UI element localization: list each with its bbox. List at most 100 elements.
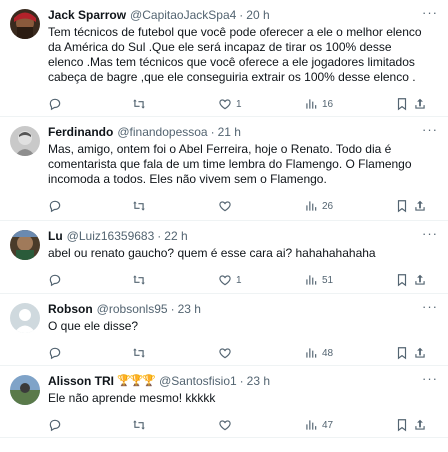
- author-handle[interactable]: @robsonls95: [97, 302, 168, 316]
- more-icon[interactable]: ···: [422, 227, 438, 240]
- like-button[interactable]: [218, 346, 304, 360]
- timestamp[interactable]: 22 h: [164, 229, 187, 243]
- share-button[interactable]: [413, 273, 429, 287]
- bookmark-button[interactable]: [395, 273, 413, 287]
- views-icon: [304, 418, 318, 432]
- avatar[interactable]: [10, 375, 40, 405]
- timestamp[interactable]: 20 h: [246, 8, 269, 22]
- more-icon[interactable]: ···: [422, 123, 438, 136]
- views-icon: [304, 199, 318, 213]
- tweet-text: abel ou renato gaucho? quem é esse cara …: [48, 246, 376, 260]
- bookmark-button[interactable]: [395, 199, 413, 213]
- timestamp[interactable]: 23 h: [247, 374, 270, 388]
- reply-icon: [48, 199, 62, 213]
- avatar[interactable]: [10, 230, 40, 260]
- like-button[interactable]: [218, 199, 304, 213]
- action-bar: 26: [48, 195, 432, 217]
- reply-icon: [48, 97, 62, 111]
- retweet-button[interactable]: [132, 97, 218, 111]
- author-name[interactable]: Alisson TRI: [48, 374, 114, 388]
- share-icon: [413, 199, 427, 213]
- bookmark-button[interactable]: [395, 418, 413, 432]
- views-count: 47: [322, 419, 334, 431]
- action-bar: 1 16: [48, 93, 432, 115]
- separator-dot: ·: [170, 302, 175, 316]
- tweet[interactable]: Lu @Luiz16359683 · 22 h ··· abel ou rena…: [0, 221, 448, 294]
- like-button[interactable]: 1: [218, 273, 304, 287]
- bookmark-button[interactable]: [395, 97, 413, 111]
- share-button[interactable]: [413, 418, 429, 432]
- author-name[interactable]: Jack Sparrow: [48, 8, 126, 22]
- author-name[interactable]: Robson: [48, 302, 93, 316]
- bookmark-icon: [395, 346, 409, 360]
- avatar[interactable]: [10, 9, 40, 39]
- share-icon: [413, 97, 427, 111]
- timestamp[interactable]: 23 h: [178, 302, 201, 316]
- bookmark-icon: [395, 273, 409, 287]
- author-handle[interactable]: @Luiz16359683: [67, 229, 155, 243]
- like-button[interactable]: 1: [218, 97, 304, 111]
- views-button[interactable]: 47: [304, 418, 395, 432]
- author-handle[interactable]: @CapitaoJackSpa4: [130, 8, 236, 22]
- share-icon: [413, 346, 427, 360]
- retweet-button[interactable]: [132, 418, 218, 432]
- reply-button[interactable]: [48, 346, 132, 360]
- tweet-text: O que ele disse?: [48, 319, 139, 333]
- like-button[interactable]: [218, 418, 304, 432]
- tweet-text: Tem técnicos de futebol que você pode of…: [48, 25, 422, 84]
- tweet[interactable]: Ferdinando @finandopessoa · 21 h ··· Mas…: [0, 117, 448, 221]
- bookmark-button[interactable]: [395, 346, 413, 360]
- action-bar: 48: [48, 342, 432, 364]
- reply-feed: Jack Sparrow @CapitaoJackSpa4 · 20 h ···…: [0, 0, 448, 438]
- more-icon[interactable]: ···: [422, 300, 438, 313]
- author-handle[interactable]: @Santosfisio1: [159, 374, 237, 388]
- views-button[interactable]: 48: [304, 346, 395, 360]
- retweet-icon: [132, 97, 146, 111]
- bookmark-icon: [395, 97, 409, 111]
- author-name[interactable]: Lu: [48, 229, 63, 243]
- share-button[interactable]: [413, 199, 429, 213]
- share-button[interactable]: [413, 97, 429, 111]
- author-handle[interactable]: @finandopessoa: [117, 125, 207, 139]
- timestamp[interactable]: 21 h: [218, 125, 241, 139]
- heart-icon: [218, 273, 232, 287]
- views-button[interactable]: 26: [304, 199, 395, 213]
- avatar[interactable]: [10, 303, 40, 333]
- tweet[interactable]: Robson @robsonls95 · 23 h ··· O que ele …: [0, 294, 448, 366]
- bookmark-icon: [395, 199, 409, 213]
- retweet-icon: [132, 273, 146, 287]
- views-count: 51: [322, 274, 334, 286]
- retweet-icon: [132, 418, 146, 432]
- avatar[interactable]: [10, 126, 40, 156]
- more-icon[interactable]: ···: [422, 6, 438, 19]
- retweet-button[interactable]: [132, 199, 218, 213]
- views-icon: [304, 346, 318, 360]
- more-icon[interactable]: ···: [422, 372, 438, 385]
- heart-icon: [218, 418, 232, 432]
- views-count: 16: [322, 98, 334, 110]
- bookmark-icon: [395, 418, 409, 432]
- tweet[interactable]: Alisson TRI 🏆🏆🏆 @Santosfisio1 · 23 h ···…: [0, 366, 448, 438]
- reply-icon: [48, 273, 62, 287]
- reply-icon: [48, 346, 62, 360]
- reply-button[interactable]: [48, 97, 132, 111]
- reply-button[interactable]: [48, 418, 132, 432]
- views-button[interactable]: 51: [304, 273, 395, 287]
- heart-icon: [218, 346, 232, 360]
- tweet-text: Mas, amigo, ontem foi o Abel Ferreira, h…: [48, 142, 412, 186]
- share-button[interactable]: [413, 346, 429, 360]
- retweet-button[interactable]: [132, 273, 218, 287]
- reply-button[interactable]: [48, 199, 132, 213]
- heart-icon: [218, 97, 232, 111]
- separator-dot: ·: [210, 125, 215, 139]
- tweet[interactable]: Jack Sparrow @CapitaoJackSpa4 · 20 h ···…: [0, 0, 448, 117]
- reply-button[interactable]: [48, 273, 132, 287]
- retweet-icon: [132, 199, 146, 213]
- author-name[interactable]: Ferdinando: [48, 125, 113, 139]
- action-bar: 1 51: [48, 269, 432, 291]
- separator-dot: ·: [239, 8, 244, 22]
- views-button[interactable]: 16: [304, 97, 395, 111]
- retweet-button[interactable]: [132, 346, 218, 360]
- separator-dot: ·: [157, 229, 162, 243]
- views-count: 26: [322, 200, 334, 212]
